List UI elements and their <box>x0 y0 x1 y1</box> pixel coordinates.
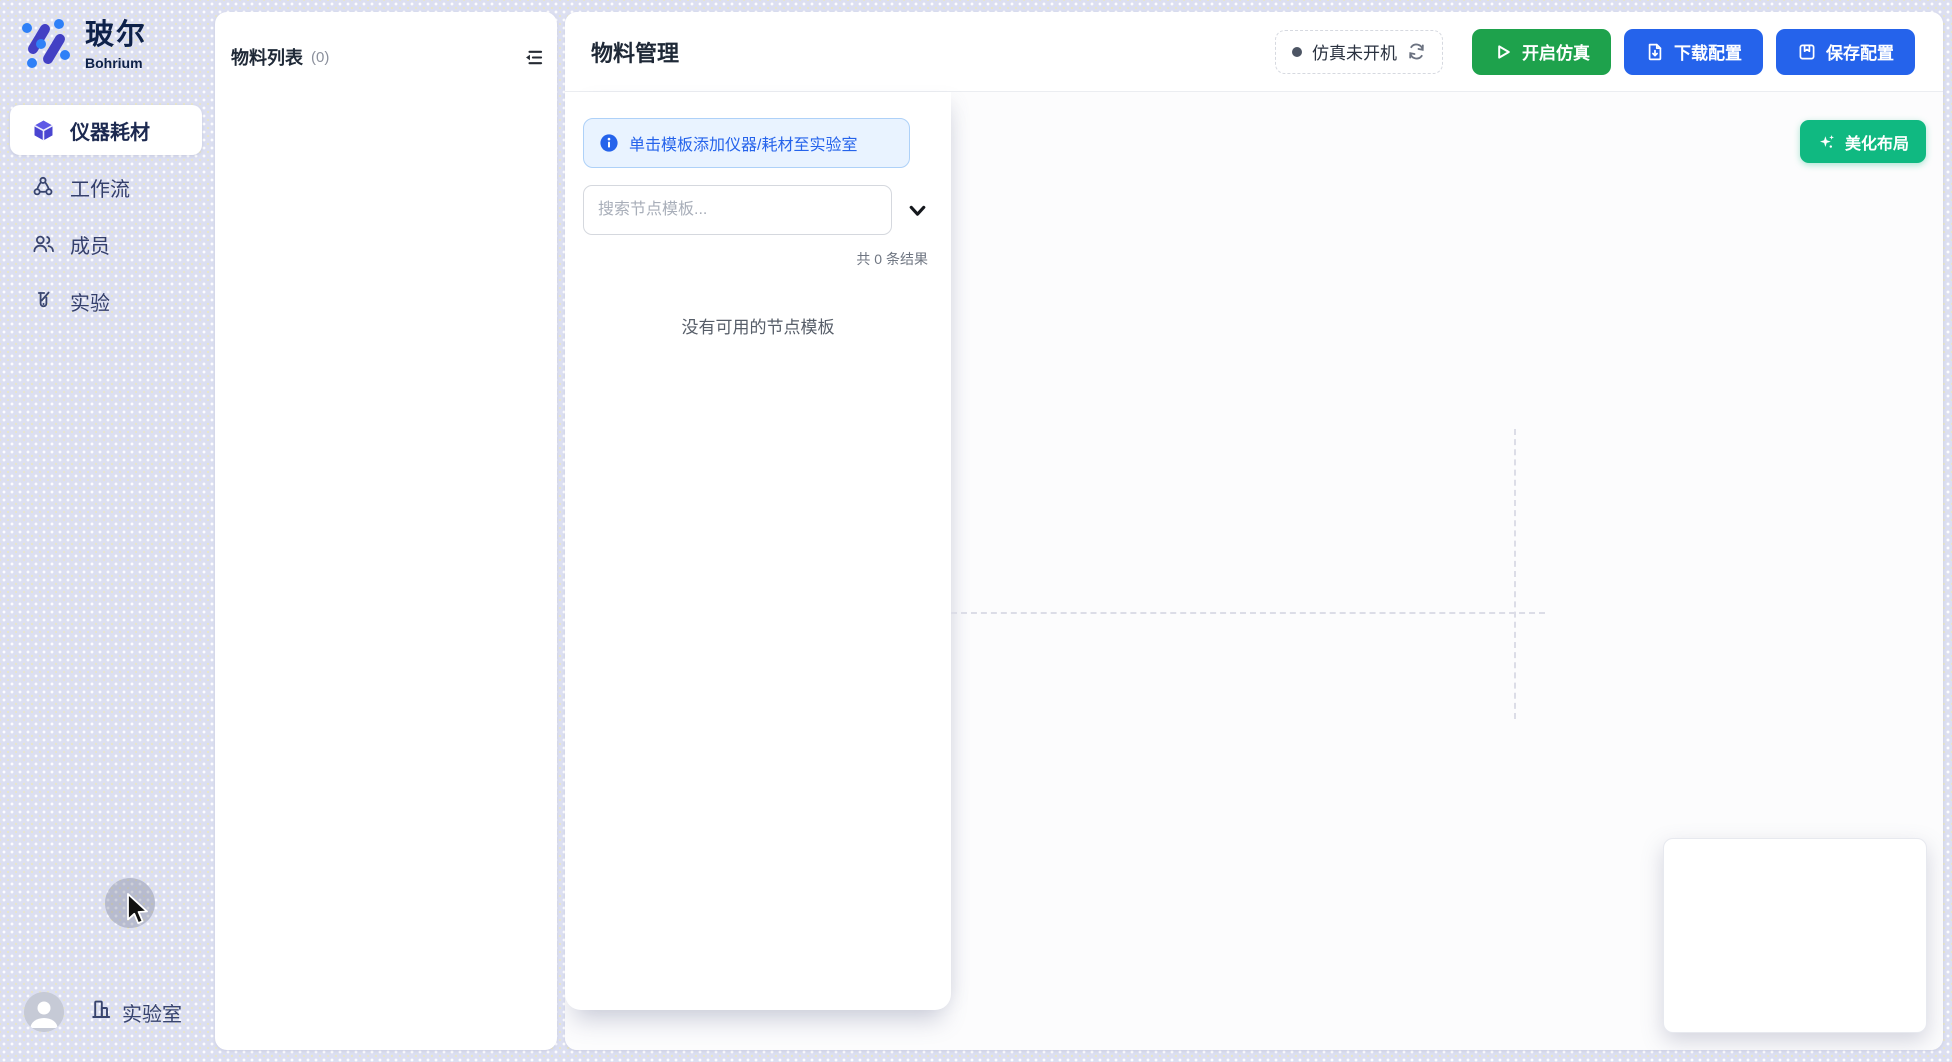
brand-subtitle: Bohrium <box>85 55 147 71</box>
sidebar-item-label: 成员 <box>70 230 110 259</box>
sparkles-icon <box>1817 132 1837 152</box>
download-config-button[interactable]: 下载配置 <box>1624 29 1763 75</box>
brand-name: 玻尔 <box>85 20 147 52</box>
template-search-input[interactable] <box>583 185 892 235</box>
save-config-button[interactable]: 保存配置 <box>1776 29 1915 75</box>
materials-list-title: 物料列表 <box>231 44 303 70</box>
expand-toggle-button[interactable] <box>905 198 929 222</box>
status-dot-icon <box>1292 47 1302 57</box>
materials-list-header: 物料列表 (0) <box>215 12 557 70</box>
template-search-row <box>583 185 933 235</box>
info-banner-text: 单击模板添加仪器/耗材至实验室 <box>629 131 857 155</box>
start-simulation-label: 开启仿真 <box>1522 39 1590 64</box>
beautify-layout-label: 美化布局 <box>1845 130 1909 154</box>
beautify-layout-button[interactable]: 美化布局 <box>1800 120 1926 163</box>
sidebar-item-label: 工作流 <box>70 173 130 202</box>
sidebar-item-laboratory[interactable]: 实验室 <box>89 997 182 1027</box>
materials-list-panel: 物料列表 (0) <box>215 12 557 1050</box>
download-icon <box>1645 42 1665 62</box>
experiment-icon <box>31 289 55 313</box>
main-header: 物料管理 仿真未开机 开启仿真 <box>565 12 1943 92</box>
result-count: 共 0 条结果 <box>583 249 928 269</box>
cube-icon <box>31 118 55 142</box>
building-icon <box>89 997 113 1027</box>
play-icon <box>1493 42 1513 62</box>
sidebar-item-experiments[interactable]: 实验 <box>10 276 202 326</box>
members-icon <box>31 232 55 256</box>
chevron-down-icon <box>906 199 929 222</box>
layout-canvas[interactable]: 单击模板添加仪器/耗材至实验室 共 0 条结果 没有可用的节点模板 <box>565 92 1943 1050</box>
workflow-icon <box>31 175 55 199</box>
sidebar-footer: 实验室 <box>24 992 182 1032</box>
save-icon <box>1797 42 1817 62</box>
brand: 玻尔 Bohrium <box>18 14 147 77</box>
brand-text: 玻尔 Bohrium <box>85 14 147 71</box>
node-template-panel: 单击模板添加仪器/耗材至实验室 共 0 条结果 没有可用的节点模板 <box>565 92 951 1010</box>
laboratory-label: 实验室 <box>122 998 182 1027</box>
materials-management-panel: 物料管理 仿真未开机 开启仿真 <box>565 12 1943 1050</box>
simulation-status-pill: 仿真未开机 <box>1275 30 1443 74</box>
sidebar-item-workflow[interactable]: 工作流 <box>10 162 202 212</box>
canvas-guide-vertical <box>1514 429 1516 719</box>
page-title: 物料管理 <box>591 36 679 68</box>
user-avatar[interactable] <box>24 992 64 1032</box>
materials-list-count: (0) <box>311 49 329 66</box>
download-config-label: 下载配置 <box>1674 39 1742 64</box>
page: { "sidebar": { "brand": { "name": "玻尔", … <box>0 0 1952 1062</box>
sidebar: 玻尔 Bohrium 仪器耗材 <box>0 0 212 1062</box>
simulation-status-text: 仿真未开机 <box>1312 39 1397 64</box>
sidebar-item-instruments[interactable]: 仪器耗材 <box>10 105 202 155</box>
sidebar-item-members[interactable]: 成员 <box>10 219 202 269</box>
sidebar-menu: 仪器耗材 工作流 成员 <box>10 105 202 333</box>
start-simulation-button[interactable]: 开启仿真 <box>1472 29 1611 75</box>
bohrium-logo-icon <box>18 14 74 77</box>
canvas-guide-horizontal <box>951 612 1545 614</box>
empty-state-text: 没有可用的节点模板 <box>583 313 933 338</box>
mouse-cursor <box>126 893 152 934</box>
save-config-label: 保存配置 <box>1826 39 1894 64</box>
minimap[interactable] <box>1663 838 1927 1033</box>
sidebar-item-label: 实验 <box>70 287 110 316</box>
refresh-icon[interactable] <box>1407 42 1426 61</box>
collapse-panel-button[interactable] <box>521 45 545 69</box>
info-icon <box>599 133 619 153</box>
info-banner: 单击模板添加仪器/耗材至实验室 <box>583 118 910 168</box>
sidebar-item-label: 仪器耗材 <box>70 116 150 145</box>
